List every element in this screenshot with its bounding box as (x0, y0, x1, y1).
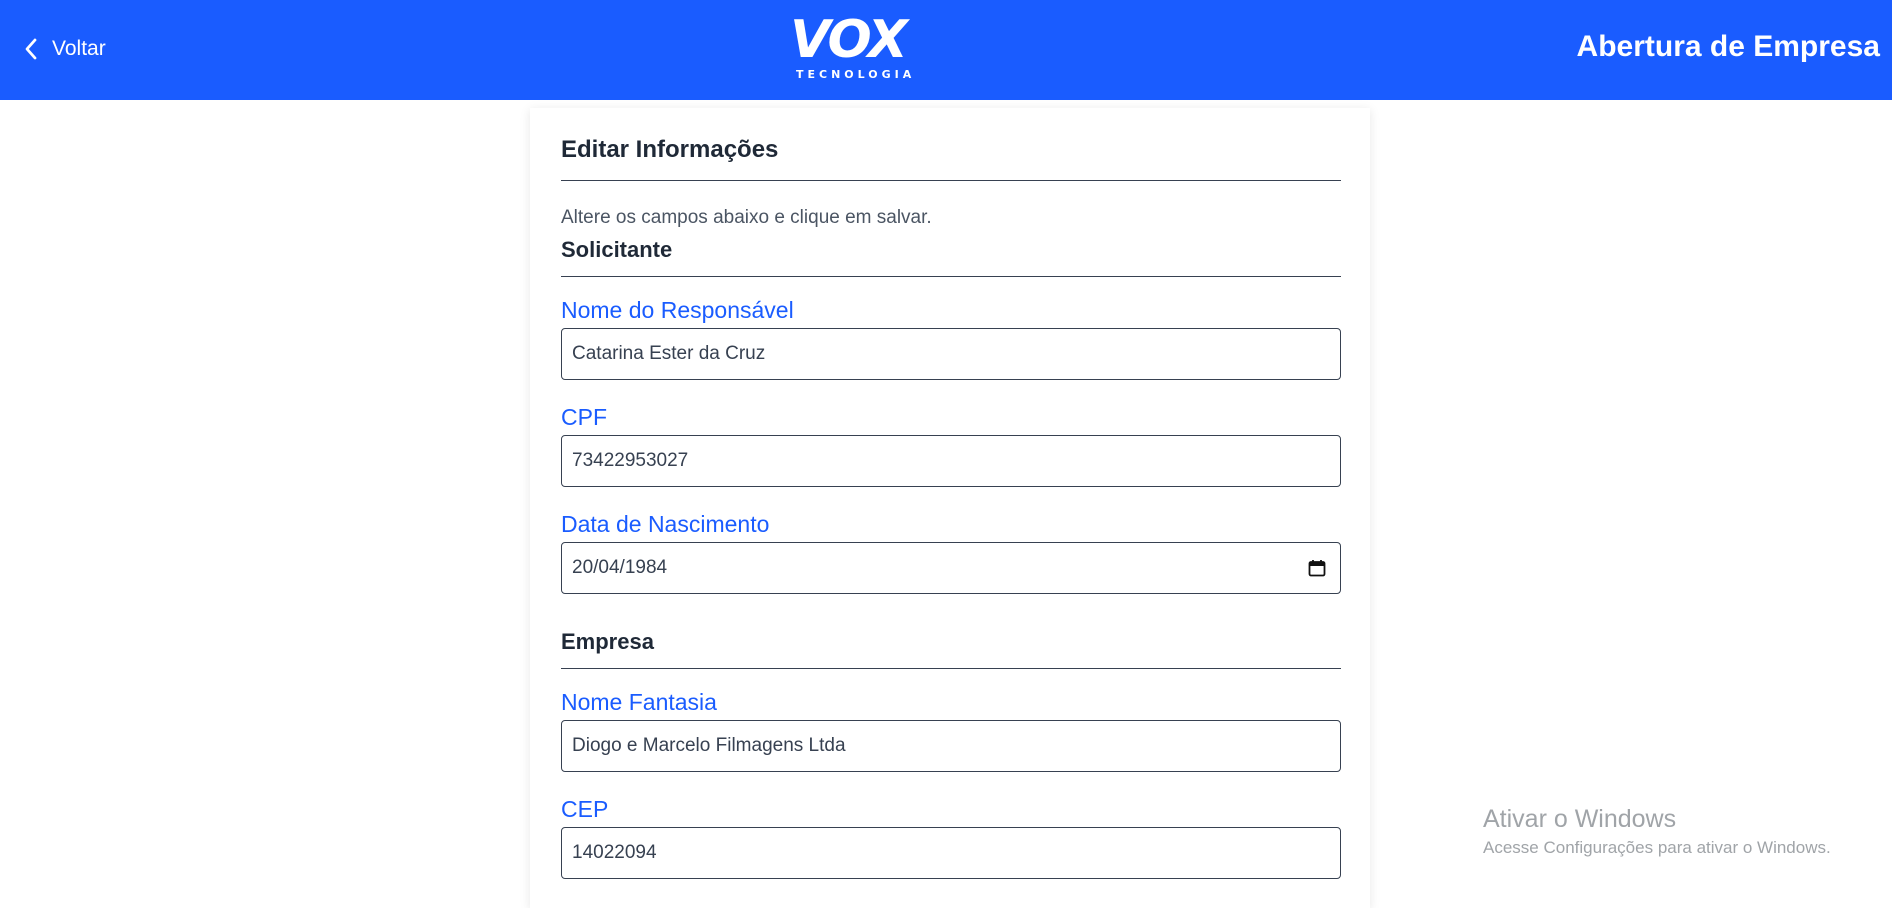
edit-form-card: Editar Informações Altere os campos abai… (530, 108, 1370, 908)
cpf-label: CPF (561, 404, 607, 430)
calendar-icon[interactable] (1308, 559, 1326, 577)
windows-activation-subtitle: Acesse Configurações para ativar o Windo… (1483, 838, 1831, 857)
responsible-name-input[interactable]: Catarina Ester da Cruz (561, 328, 1341, 380)
cpf-value: 73422953027 (572, 450, 689, 471)
form-title: Editar Informações (561, 136, 779, 163)
back-label: Voltar (52, 37, 106, 60)
page-title: Abertura de Empresa (1576, 30, 1880, 63)
section-divider-empresa (561, 668, 1341, 669)
form-help-text: Altere os campos abaixo e clique em salv… (561, 207, 932, 228)
section-title-empresa: Empresa (561, 629, 654, 654)
cep-input[interactable]: 14022094 (561, 827, 1341, 879)
birth-date-input[interactable]: 20/04/1984 (561, 542, 1341, 594)
section-title-solicitante: Solicitante (561, 237, 673, 262)
form-title-divider (561, 180, 1341, 181)
vox-logo[interactable]: VOX TECNOLOGIA (784, 14, 912, 84)
birth-date-value: 20/04/1984 (572, 557, 668, 578)
windows-activation-title: Ativar o Windows (1483, 805, 1677, 833)
trade-name-input[interactable]: Diogo e Marcelo Filmagens Ltda (561, 720, 1341, 772)
birth-date-label: Data de Nascimento (561, 511, 770, 537)
responsible-name-label: Nome do Responsável (561, 297, 794, 323)
back-button[interactable]: Voltar (24, 30, 106, 68)
app-header: Voltar VOX TECNOLOGIA Abertura de Empres… (0, 0, 1892, 100)
trade-name-value: Diogo e Marcelo Filmagens Ltda (572, 735, 846, 756)
chevron-left-icon (25, 38, 37, 60)
trade-name-label: Nome Fantasia (561, 689, 717, 715)
logo-subtitle: TECNOLOGIA (796, 68, 916, 81)
logo-wordmark: VOX (790, 10, 908, 70)
cep-value: 14022094 (572, 842, 657, 863)
section-divider-solicitante (561, 276, 1341, 277)
responsible-name-value: Catarina Ester da Cruz (572, 343, 766, 364)
cep-label: CEP (561, 796, 609, 822)
cpf-input[interactable]: 73422953027 (561, 435, 1341, 487)
